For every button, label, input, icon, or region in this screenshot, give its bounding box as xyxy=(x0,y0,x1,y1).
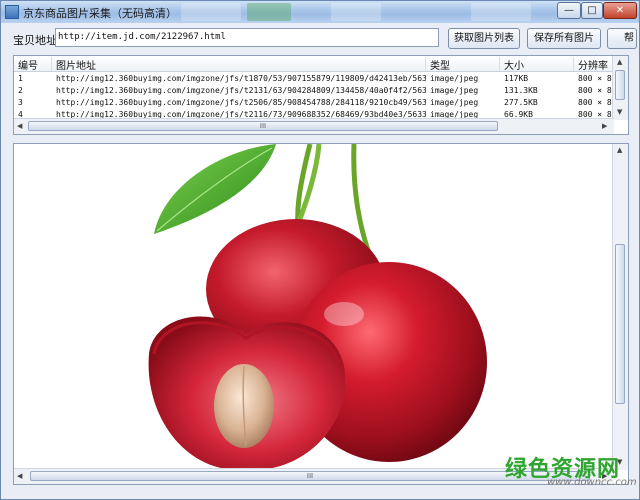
cell-resolution: 800 × 8 xyxy=(578,86,612,95)
cell-resolution: 800 × 8 xyxy=(578,74,612,83)
url-input[interactable]: http://item.jd.com/2122967.html xyxy=(55,28,439,47)
column-header-size[interactable]: 大小 xyxy=(500,57,574,72)
scroll-up-arrow-icon[interactable]: ▲ xyxy=(617,146,622,154)
list-horizontal-scrollbar[interactable]: ◀ III ▶ xyxy=(14,118,614,134)
cherry-image xyxy=(14,144,614,470)
cell-size: 131.3KB xyxy=(504,86,538,95)
window-title: 京东商品图片采集（无码高清） xyxy=(23,7,177,20)
column-header-resolution[interactable]: 分辨率 xyxy=(574,57,614,72)
table-row[interactable]: 2 http://img12.360buyimg.com/imgzone/jfs… xyxy=(14,85,614,97)
watermark-url: www.downcc.com xyxy=(547,477,637,488)
cell-id: 2 xyxy=(18,86,23,95)
titlebar-glass-deco xyxy=(331,3,381,21)
fetch-image-list-button[interactable]: 获取图片列表 xyxy=(448,28,520,49)
cell-type: image/jpeg xyxy=(430,98,479,107)
list-vertical-scroll-thumb[interactable] xyxy=(615,70,625,100)
table-row[interactable]: 3 http://img12.360buyimg.com/imgzone/jfs… xyxy=(14,97,614,109)
cell-size: 277.5KB xyxy=(504,98,538,107)
cell-resolution: 800 × 8 xyxy=(578,98,612,107)
minimize-button[interactable]: — xyxy=(557,2,581,19)
app-window: 京东商品图片采集（无码高清） — □ ✕ 宝贝地址: http://item.j… xyxy=(0,0,640,500)
cell-url: http://img12.360buyimg.com/imgzone/jfs/t… xyxy=(56,86,426,95)
cell-url: http://img12.360buyimg.com/imgzone/jfs/t… xyxy=(56,98,426,107)
titlebar-glass-deco xyxy=(471,3,531,21)
app-icon xyxy=(5,5,19,19)
cell-type: image/jpeg xyxy=(430,86,479,95)
preview-vertical-scroll-thumb[interactable] xyxy=(615,244,625,404)
column-header-id[interactable]: 编号 xyxy=(14,57,52,72)
scroll-up-arrow-icon[interactable]: ▲ xyxy=(617,58,622,66)
help-button[interactable]: 帮 xyxy=(607,28,637,49)
toolbar: 宝贝地址: http://item.jd.com/2122967.html 获取… xyxy=(1,23,639,53)
cell-url: http://img12.360buyimg.com/imgzone/jfs/t… xyxy=(56,74,426,83)
cell-id: 1 xyxy=(18,74,23,83)
cell-size: 117KB xyxy=(504,74,529,83)
scroll-left-arrow-icon[interactable]: ◀ xyxy=(17,472,22,480)
image-preview: ▲ ▼ ◀ III ▶ xyxy=(13,143,629,485)
scroll-down-arrow-icon[interactable]: ▼ xyxy=(617,108,622,116)
maximize-button[interactable]: □ xyxy=(581,2,603,19)
scroll-right-arrow-icon[interactable]: ▶ xyxy=(602,122,607,130)
close-button[interactable]: ✕ xyxy=(603,2,637,19)
titlebar-glass-deco xyxy=(247,3,291,21)
save-all-images-button[interactable]: 保存所有图片 xyxy=(527,28,601,49)
cell-type: image/jpeg xyxy=(430,74,479,83)
list-vertical-scrollbar[interactable]: ▲ ▼ xyxy=(612,56,628,120)
table-row[interactable]: 1 http://img12.360buyimg.com/imgzone/jfs… xyxy=(14,73,614,85)
preview-vertical-scrollbar[interactable]: ▲ ▼ xyxy=(612,144,628,470)
title-bar[interactable]: 京东商品图片采集（无码高清） — □ ✕ xyxy=(1,1,639,23)
scroll-left-arrow-icon[interactable]: ◀ xyxy=(17,122,22,130)
cell-id: 3 xyxy=(18,98,23,107)
list-horizontal-scroll-thumb[interactable]: III xyxy=(28,121,498,131)
list-header: 编号 图片地址 类型 大小 分辨率 xyxy=(14,56,614,72)
image-list[interactable]: 编号 图片地址 类型 大小 分辨率 1 http://img12.360buyi… xyxy=(13,55,629,135)
url-label: 宝贝地址: xyxy=(13,34,61,47)
titlebar-glass-deco xyxy=(181,3,241,21)
column-header-type[interactable]: 类型 xyxy=(426,57,500,72)
column-header-url[interactable]: 图片地址 xyxy=(52,57,426,72)
